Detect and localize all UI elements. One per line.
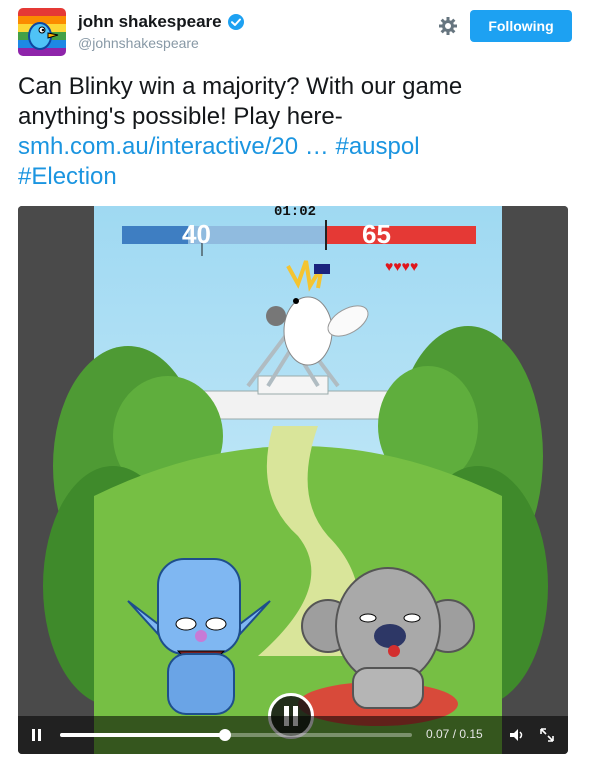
tweet-line-4: #Election xyxy=(18,162,578,192)
following-button[interactable]: Following xyxy=(470,10,572,42)
progress-fill xyxy=(60,733,226,737)
tweet-line-1: Can Blinky win a majority? With our game xyxy=(18,73,463,100)
score-left: 40 xyxy=(182,219,211,249)
tweet-line-3: smh.com.au/interactive/20 … #auspol xyxy=(18,132,578,162)
progress-bar[interactable] xyxy=(60,729,412,741)
hashtag-election[interactable]: #Election xyxy=(18,163,117,190)
video-player[interactable]: 01:02 40 65 ♥♥♥♥ 0.07 / 0.15 xyxy=(18,206,568,754)
tweet-url-link[interactable]: smh.com.au/interactive/20 … xyxy=(18,133,329,160)
progress-scrubber[interactable] xyxy=(219,729,232,741)
fullscreen-icon[interactable] xyxy=(538,726,556,744)
hashtag-auspol[interactable]: #auspol xyxy=(335,133,419,160)
time-readout: 0.07 / 0.15 xyxy=(426,727,483,741)
video-controls: 0.07 / 0.15 xyxy=(18,716,568,754)
lives-hearts: ♥♥♥♥ xyxy=(385,258,419,274)
game-timer: 01:02 xyxy=(274,206,317,220)
pause-icon[interactable] xyxy=(28,726,46,744)
gear-icon[interactable] xyxy=(437,15,459,37)
tweet-line-2: anything's possible! Play here- xyxy=(18,103,343,130)
volume-icon[interactable] xyxy=(508,726,526,744)
author-handle[interactable]: @johnshakespeare xyxy=(78,35,199,51)
author-display-name[interactable]: john shakespeare xyxy=(78,12,222,32)
verified-badge-icon xyxy=(227,14,244,30)
user-avatar[interactable] xyxy=(18,8,66,56)
author-name-row[interactable]: john shakespeare xyxy=(78,12,245,32)
game-scene xyxy=(18,206,568,754)
bird-avatar-icon xyxy=(18,8,66,56)
score-right: 65 xyxy=(362,219,391,249)
tweet-text: Can Blinky win a majority? With our game… xyxy=(18,72,578,192)
